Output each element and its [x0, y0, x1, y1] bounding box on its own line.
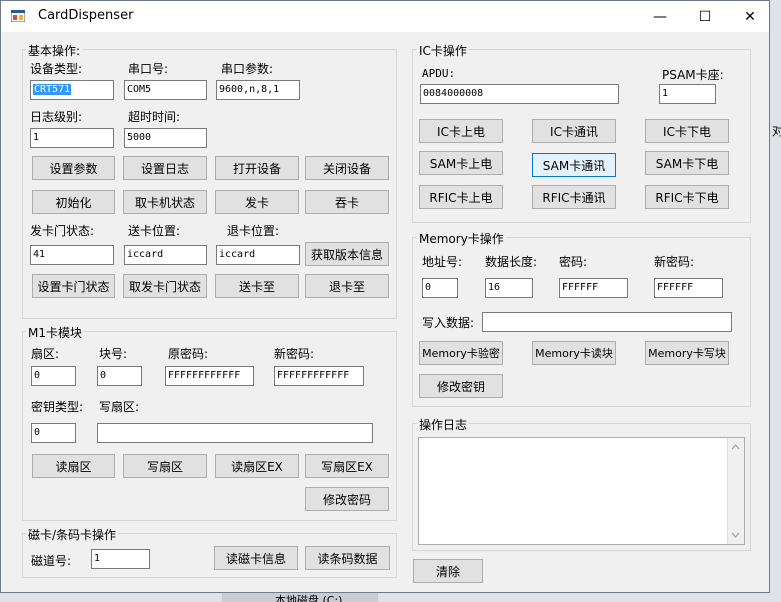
- read-sector-ex-button[interactable]: 读扇区EX: [215, 454, 299, 478]
- change-key-button[interactable]: 修改密钥: [419, 374, 503, 398]
- send-card-to-button[interactable]: 送卡至: [215, 274, 299, 298]
- ic-power-on-button[interactable]: IC卡上电: [419, 119, 503, 143]
- memory-read-block-button[interactable]: Memory卡读块: [532, 341, 616, 365]
- read-sector-button[interactable]: 读扇区: [32, 454, 115, 478]
- return-position-label: 退卡位置:: [227, 224, 280, 238]
- block-field[interactable]: 0: [97, 366, 142, 386]
- set-params-button[interactable]: 设置参数: [32, 156, 115, 180]
- sam-power-on-button[interactable]: SAM卡上电: [419, 151, 503, 175]
- read-mag-card-button[interactable]: 读磁卡信息: [214, 546, 298, 570]
- log-legend: 操作日志: [417, 416, 470, 433]
- close-button[interactable]: ✕: [727, 1, 773, 32]
- write-sector-label: 写扇区:: [99, 400, 140, 414]
- memory-new-password-label: 新密码:: [654, 255, 695, 269]
- open-device-button[interactable]: 打开设备: [215, 156, 299, 180]
- memory-card-legend: Memory卡操作: [417, 230, 506, 247]
- title-bar[interactable]: CardDispenser — ☐ ✕: [1, 1, 769, 32]
- serial-port-field[interactable]: COM5: [124, 80, 207, 100]
- send-position-field[interactable]: iccard: [124, 245, 207, 265]
- device-type-value: CRT571: [33, 84, 72, 95]
- key-type-label: 密钥类型:: [31, 400, 84, 414]
- ic-power-off-button[interactable]: IC卡下电: [645, 119, 729, 143]
- initialize-button[interactable]: 初始化: [32, 190, 115, 214]
- track-label: 磁道号:: [31, 554, 72, 568]
- track-field[interactable]: 1: [91, 549, 150, 569]
- app-icon: [11, 10, 25, 22]
- memory-verify-button[interactable]: Memory卡验密: [419, 341, 503, 365]
- sector-field[interactable]: 0: [31, 366, 76, 386]
- psam-slot-field[interactable]: 1: [659, 84, 716, 104]
- write-sector-ex-button[interactable]: 写扇区EX: [305, 454, 389, 478]
- return-card-to-button[interactable]: 退卡至: [305, 274, 389, 298]
- device-type-label: 设备类型:: [30, 62, 83, 76]
- memory-password-label: 密码:: [559, 255, 588, 269]
- apdu-field[interactable]: 0084000008: [420, 84, 619, 104]
- capture-card-button[interactable]: 吞卡: [305, 190, 389, 214]
- memory-new-password-field[interactable]: FFFFFF: [654, 278, 723, 298]
- rfic-power-on-button[interactable]: RFIC卡上电: [419, 185, 503, 209]
- log-level-label: 日志级别:: [30, 110, 83, 124]
- sam-communicate-button[interactable]: SAM卡通讯: [532, 153, 616, 177]
- mag-card-legend: 磁卡/条码卡操作: [26, 526, 119, 543]
- get-version-button[interactable]: 获取版本信息: [305, 242, 389, 266]
- return-position-field[interactable]: iccard: [216, 245, 300, 265]
- m1-card-legend: M1卡模块: [26, 324, 84, 341]
- log-scrollbar[interactable]: [727, 438, 744, 544]
- new-password-field[interactable]: FFFFFFFFFFFF: [274, 366, 364, 386]
- set-log-button[interactable]: 设置日志: [123, 156, 207, 180]
- new-password-label: 新密码:: [274, 347, 315, 361]
- ic-communicate-button[interactable]: IC卡通讯: [532, 119, 616, 143]
- basic-operations-legend: 基本操作:: [26, 42, 83, 59]
- dispense-card-button[interactable]: 发卡: [215, 190, 299, 214]
- get-dispenser-status-button[interactable]: 取卡机状态: [123, 190, 207, 214]
- old-password-label: 原密码:: [168, 347, 209, 361]
- log-level-field[interactable]: 1: [30, 128, 114, 148]
- minimize-button[interactable]: —: [637, 1, 683, 32]
- memory-write-block-button[interactable]: Memory卡写块: [645, 341, 729, 365]
- old-password-field[interactable]: FFFFFFFFFFFF: [165, 366, 254, 386]
- write-sector-field[interactable]: [97, 423, 373, 443]
- block-label: 块号:: [99, 347, 128, 361]
- device-type-field[interactable]: CRT571: [30, 80, 114, 100]
- close-device-button[interactable]: 关闭设备: [305, 156, 389, 180]
- clear-log-button[interactable]: 清除: [413, 559, 483, 583]
- rfic-power-off-button[interactable]: RFIC卡下电: [645, 185, 729, 209]
- log-textarea[interactable]: [418, 437, 745, 545]
- scroll-up-arrow-icon[interactable]: [728, 440, 743, 454]
- gate-status-label: 发卡门状态:: [30, 224, 95, 238]
- address-label: 地址号:: [422, 255, 463, 269]
- window-title: CardDispenser: [38, 8, 134, 23]
- get-gate-status-button[interactable]: 取发卡门状态: [123, 274, 207, 298]
- maximize-button[interactable]: ☐: [682, 1, 728, 32]
- rfic-communicate-button[interactable]: RFIC卡通讯: [532, 185, 616, 209]
- timeout-label: 超时时间:: [128, 110, 181, 124]
- write-data-label: 写入数据:: [422, 316, 475, 330]
- background-drive-label: 本地磁盘 (C:): [275, 594, 343, 602]
- address-field[interactable]: 0: [422, 278, 458, 298]
- background-fragment-right: 对: [772, 124, 781, 138]
- memory-password-field[interactable]: FFFFFF: [559, 278, 628, 298]
- serial-port-label: 串口号:: [128, 62, 169, 76]
- set-gate-status-button[interactable]: 设置卡门状态: [32, 274, 115, 298]
- data-length-label: 数据长度:: [485, 255, 538, 269]
- sector-label: 扇区:: [31, 347, 60, 361]
- read-barcode-button[interactable]: 读条码数据: [305, 546, 390, 570]
- serial-params-field[interactable]: 9600,n,8,1: [216, 80, 300, 100]
- data-length-field[interactable]: 16: [485, 278, 533, 298]
- log-content: [419, 438, 744, 442]
- write-sector-button[interactable]: 写扇区: [123, 454, 207, 478]
- change-password-button[interactable]: 修改密码: [305, 487, 389, 511]
- ic-card-legend: IC卡操作: [417, 42, 469, 59]
- sam-power-off-button[interactable]: SAM卡下电: [645, 151, 729, 175]
- scroll-down-arrow-icon[interactable]: [728, 528, 743, 542]
- key-type-field[interactable]: 0: [31, 423, 76, 443]
- serial-params-label: 串口参数:: [221, 62, 274, 76]
- gate-status-field[interactable]: 41: [30, 245, 114, 265]
- timeout-field[interactable]: 5000: [124, 128, 207, 148]
- write-data-field[interactable]: [482, 312, 732, 332]
- send-position-label: 送卡位置:: [128, 224, 181, 238]
- psam-slot-label: PSAM卡座:: [662, 68, 724, 82]
- apdu-label: APDU:: [422, 67, 456, 80]
- app-window: CardDispenser — ☐ ✕ 基本操作: 设备类型: CRT571 串…: [0, 0, 770, 593]
